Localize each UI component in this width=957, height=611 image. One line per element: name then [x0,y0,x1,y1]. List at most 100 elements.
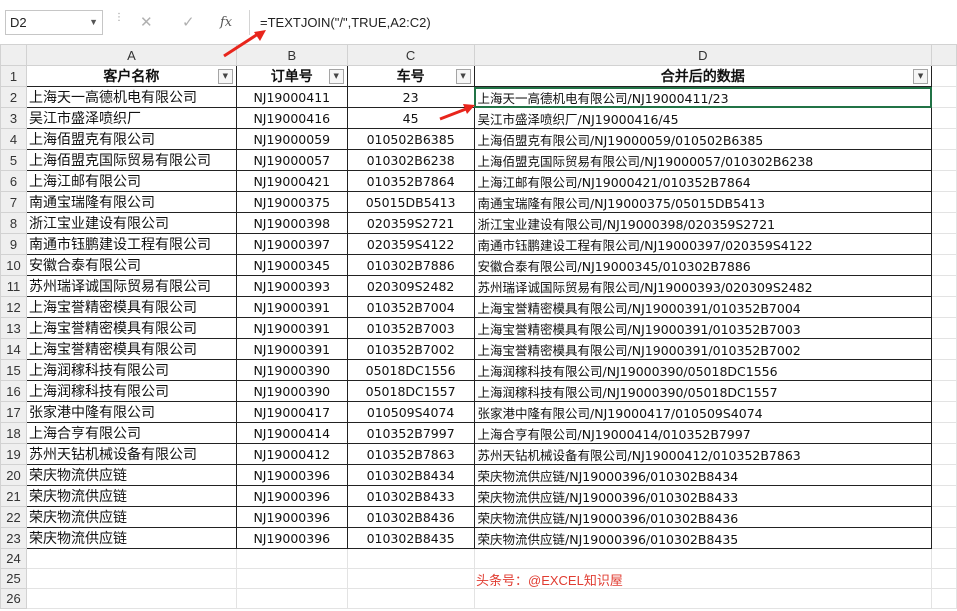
cell-b[interactable]: NJ19000396 [235,527,348,549]
empty-cell[interactable] [931,128,957,150]
cell-b[interactable]: NJ19000396 [235,464,348,486]
row-header[interactable]: 12 [0,296,27,318]
cell-d[interactable]: 荣庆物流供应链/NJ19000396/010302B8436 [473,506,933,528]
cell-a[interactable]: 苏州天钻机械设备有限公司 [25,443,237,465]
cell-a[interactable]: 荣庆物流供应链 [25,527,237,549]
cell-a[interactable]: 荣庆物流供应链 [25,506,237,528]
cell-b[interactable]: NJ19000393 [235,275,348,297]
formula-input[interactable]: =TEXTJOIN("/",TRUE,A2:C2) [249,10,957,35]
cell-d[interactable]: 苏州天钻机械设备有限公司/NJ19000412/010352B7863 [473,443,933,465]
row-header[interactable]: 8 [0,212,27,234]
row-header[interactable]: 1 [0,65,27,87]
cell-b[interactable]: NJ19000375 [235,191,348,213]
row-header[interactable]: 9 [0,233,27,255]
empty-cell[interactable] [346,568,475,589]
cell-a[interactable]: 上海宝誉精密模具有限公司 [25,317,237,339]
empty-cell[interactable] [931,107,957,129]
cell-c[interactable]: 020359S4122 [346,233,475,255]
row-header[interactable]: 25 [0,568,27,589]
cell-a[interactable]: 上海润稼科技有限公司 [25,359,237,381]
cell-a[interactable]: 浙江宝业建设有限公司 [25,212,237,234]
empty-cell[interactable] [931,149,957,171]
cell-c[interactable]: 05018DC1557 [346,380,475,402]
filter-dropdown-icon[interactable]: ▼ [328,69,344,84]
cell-c[interactable]: 010302B6238 [346,149,475,171]
cell-a[interactable]: 上海江邮有限公司 [25,170,237,192]
cell-a[interactable]: 荣庆物流供应链 [25,464,237,486]
empty-cell[interactable] [931,317,957,339]
cell-c[interactable]: 010352B7863 [346,443,475,465]
cell-a[interactable]: 安徽合泰有限公司 [25,254,237,276]
filter-dropdown-icon[interactable]: ▼ [455,69,471,84]
cell-c[interactable]: 010352B7864 [346,170,475,192]
filter-dropdown-icon[interactable]: ▼ [217,69,233,84]
row-header[interactable]: 22 [0,506,27,528]
empty-cell[interactable] [931,359,957,381]
empty-cell[interactable] [931,422,957,444]
empty-cell[interactable] [931,464,957,486]
cell-c[interactable]: 010352B7002 [346,338,475,360]
column-header-c[interactable]: C [346,44,475,66]
empty-cell[interactable] [346,588,475,609]
cell-d[interactable]: 张家港中隆有限公司/NJ19000417/010509S4074 [473,401,933,423]
row-header[interactable]: 6 [0,170,27,192]
row-header[interactable]: 14 [0,338,27,360]
cell-b[interactable]: NJ19000059 [235,128,348,150]
cell-c[interactable]: 010509S4074 [346,401,475,423]
column-header-d[interactable]: D [473,44,933,66]
empty-cell[interactable] [931,233,957,255]
cell-a[interactable]: 上海宝誉精密模具有限公司 [25,296,237,318]
cell-b[interactable]: NJ19000416 [235,107,348,129]
cell-a[interactable]: 南通市钰鹏建设工程有限公司 [25,233,237,255]
cell-c[interactable]: 010302B7886 [346,254,475,276]
cell-a[interactable]: 上海合亨有限公司 [25,422,237,444]
empty-cell[interactable] [931,65,957,87]
row-header[interactable]: 7 [0,191,27,213]
cell-b[interactable]: NJ19000397 [235,233,348,255]
empty-cell[interactable] [931,568,957,589]
cell-d[interactable]: 南通宝瑞隆有限公司/NJ19000375/05015DB5413 [473,191,933,213]
cell-d[interactable]: 荣庆物流供应链/NJ19000396/010302B8433 [473,485,933,507]
empty-cell[interactable] [235,588,348,609]
select-all-corner[interactable] [0,44,27,66]
empty-cell[interactable] [931,212,957,234]
cell-b[interactable]: NJ19000421 [235,170,348,192]
row-header[interactable]: 17 [0,401,27,423]
cell-c[interactable]: 010352B7003 [346,317,475,339]
cell-a[interactable]: 张家港中隆有限公司 [25,401,237,423]
cell-d[interactable]: 苏州瑞译诚国际贸易有限公司/NJ19000393/020309S2482 [473,275,933,297]
cell-a[interactable]: 上海天一高德机电有限公司 [25,86,237,108]
cell-a[interactable]: 吴江市盛泽喷织厂 [25,107,237,129]
column-header-next[interactable] [931,44,957,66]
header-cell[interactable]: 客户名称 ▼ [25,65,237,87]
row-header[interactable]: 13 [0,317,27,339]
cell-d[interactable]: 上海润稼科技有限公司/NJ19000390/05018DC1557 [473,380,933,402]
row-header[interactable]: 5 [0,149,27,171]
cell-d[interactable]: 吴江市盛泽喷织厂/NJ19000416/45 [473,107,933,129]
cell-b[interactable]: NJ19000412 [235,443,348,465]
empty-cell[interactable] [25,588,237,609]
cell-a[interactable]: 上海佰盟克国际贸易有限公司 [25,149,237,171]
empty-cell[interactable] [931,275,957,297]
empty-cell[interactable] [346,548,475,569]
header-cell[interactable]: 合并后的数据 ▼ [473,65,933,87]
row-header[interactable]: 21 [0,485,27,507]
cell-a[interactable]: 上海宝誉精密模具有限公司 [25,338,237,360]
empty-cell[interactable] [931,254,957,276]
name-box-dropdown-icon[interactable]: ▼ [89,11,98,34]
empty-cell[interactable] [931,191,957,213]
confirm-icon[interactable]: ✓ [182,10,195,35]
empty-cell[interactable] [473,588,933,609]
cell-a[interactable]: 苏州瑞译诚国际贸易有限公司 [25,275,237,297]
row-header[interactable]: 4 [0,128,27,150]
cell-d[interactable]: 荣庆物流供应链/NJ19000396/010302B8434 [473,464,933,486]
cell-c[interactable]: 05015DB5413 [346,191,475,213]
empty-cell[interactable] [931,485,957,507]
cell-b[interactable]: NJ19000390 [235,380,348,402]
cell-d[interactable]: 上海宝誉精密模具有限公司/NJ19000391/010352B7003 [473,317,933,339]
cell-d[interactable]: 荣庆物流供应链/NJ19000396/010302B8435 [473,527,933,549]
cell-b[interactable]: NJ19000345 [235,254,348,276]
column-header-a[interactable]: A [25,44,237,66]
cell-c[interactable]: 010352B7997 [346,422,475,444]
row-header[interactable]: 10 [0,254,27,276]
